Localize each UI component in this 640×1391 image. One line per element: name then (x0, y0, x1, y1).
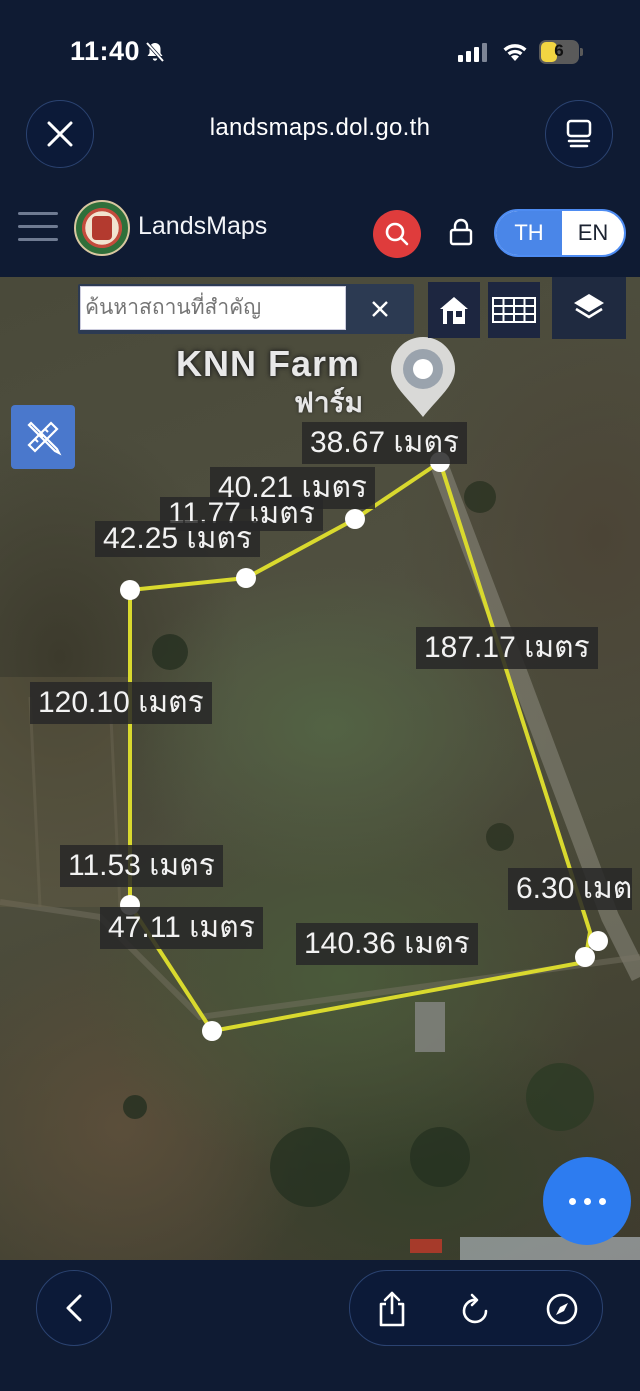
battery-indicator: 6 (539, 40, 583, 64)
compass-button[interactable] (522, 1271, 602, 1347)
place-search-input[interactable] (80, 286, 346, 330)
back-button[interactable] (36, 1270, 112, 1346)
chevron-left-icon (66, 1294, 82, 1322)
search-icon (385, 222, 409, 246)
home-button[interactable] (428, 282, 480, 338)
share-button[interactable] (352, 1271, 432, 1347)
grid-button[interactable] (488, 282, 540, 338)
measure-tool-button[interactable] (11, 405, 75, 469)
close-icon (47, 121, 73, 147)
cellular-signal-icon (458, 43, 487, 62)
lang-en-option[interactable]: EN (562, 211, 624, 255)
app-header: LandsMaps TH EN (0, 192, 640, 276)
place-search (78, 284, 414, 334)
clear-icon (372, 301, 388, 317)
battery-level: 6 (554, 41, 564, 60)
tabs-icon (566, 119, 592, 148)
layers-button[interactable] (552, 277, 626, 339)
browser-actions (349, 1270, 603, 1346)
browser-toolbar (0, 1260, 640, 1391)
close-button[interactable] (26, 100, 94, 168)
measurement-label: 140.36 เมตร (296, 923, 478, 965)
status-bar: 11:40 6 (0, 0, 640, 100)
browser-url-bar: landsmaps.dol.go.th (0, 100, 640, 180)
logo (74, 200, 130, 256)
more-button[interactable] (543, 1157, 631, 1245)
grid-icon (492, 297, 536, 323)
clear-search-button[interactable] (346, 284, 414, 334)
url-text[interactable]: landsmaps.dol.go.th (120, 114, 520, 142)
location-pin-icon[interactable] (387, 337, 459, 419)
reload-icon (462, 1293, 488, 1324)
language-toggle: TH EN (494, 209, 626, 257)
lock-icon[interactable] (448, 218, 474, 246)
measurement-label: 187.17 เมตร (416, 627, 598, 669)
measurement-label: 47.11 เมตร (100, 907, 263, 949)
measurement-label: 38.67 เมตร (302, 422, 468, 464)
menu-icon[interactable] (18, 212, 58, 244)
brand-name: LandsMaps (138, 212, 268, 240)
compass-icon (546, 1293, 578, 1325)
more-icon (565, 1192, 610, 1210)
ruler-pencil-icon (27, 421, 62, 456)
measurement-label: 11.53 เมตร (60, 845, 223, 887)
bell-muted-icon (145, 41, 165, 63)
measurement-label: 42.25 เมตร (95, 521, 261, 557)
share-icon (379, 1291, 405, 1327)
measurement-label: 120.10 เมตร (30, 682, 212, 724)
search-button[interactable] (373, 210, 421, 258)
wifi-icon (503, 44, 527, 61)
map-view[interactable]: KNN Farm ฟาร์ม 38.67 เมตร 40.21 เมตร 11.… (0, 277, 640, 1260)
measurement-label: 6.30 เมต (508, 868, 633, 910)
home-icon (440, 297, 468, 324)
layers-icon (574, 294, 604, 319)
reload-button[interactable] (436, 1271, 516, 1347)
tabs-button[interactable] (545, 100, 613, 168)
lang-th-option[interactable]: TH (496, 211, 562, 255)
status-time: 11:40 (70, 36, 141, 66)
place-name-th: ฟาร์ม (294, 387, 364, 418)
place-name: KNN Farm (176, 343, 361, 384)
